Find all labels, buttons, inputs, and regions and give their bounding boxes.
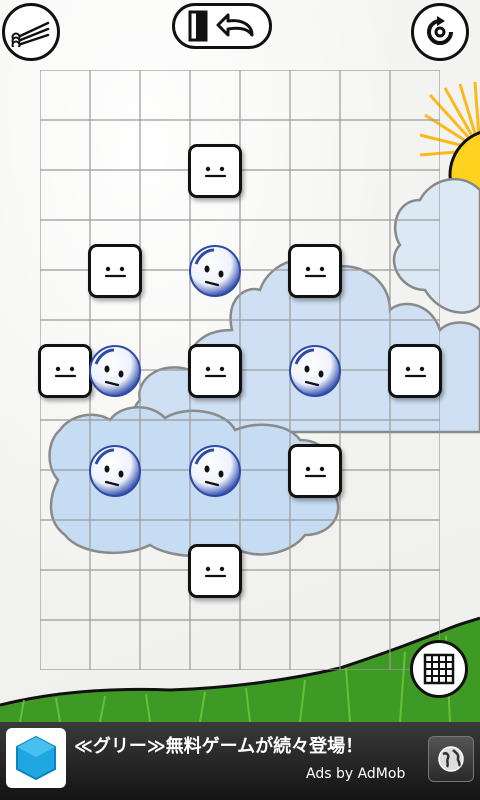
restart-button[interactable] xyxy=(411,3,469,61)
ball-piece[interactable] xyxy=(188,244,242,298)
ball-piece[interactable] xyxy=(88,444,142,498)
grid-toggle-button[interactable] xyxy=(410,640,468,698)
block-piece[interactable] xyxy=(38,344,92,398)
ad-globe-button[interactable] xyxy=(428,736,474,782)
undo-button[interactable] xyxy=(172,3,272,49)
matches-menu-icon xyxy=(11,21,50,47)
ad-logo[interactable] xyxy=(6,728,66,788)
block-piece[interactable] xyxy=(288,444,342,498)
undo-arrow-icon xyxy=(216,13,253,37)
ad-credit: Ads by AdMob xyxy=(306,766,406,782)
block-piece[interactable] xyxy=(288,244,342,298)
block-piece[interactable] xyxy=(88,244,142,298)
block-piece[interactable] xyxy=(188,344,242,398)
grid-icon xyxy=(423,653,455,685)
ball-piece[interactable] xyxy=(88,344,142,398)
globe-icon xyxy=(438,746,464,772)
block-piece[interactable] xyxy=(388,344,442,398)
restart-icon xyxy=(427,16,453,45)
ad-text[interactable]: ≪グリー≫無料ゲームが続々登場！ xyxy=(74,732,414,758)
ball-piece[interactable] xyxy=(188,444,242,498)
door-icon xyxy=(188,10,207,42)
ad-banner[interactable]: ≪グリー≫無料ゲームが続々登場！ Ads by AdMob xyxy=(0,722,480,800)
hexagon-icon xyxy=(16,735,56,781)
ball-piece[interactable] xyxy=(288,344,342,398)
block-piece[interactable] xyxy=(188,144,242,198)
menu-button[interactable] xyxy=(2,3,60,61)
block-piece[interactable] xyxy=(188,544,242,598)
